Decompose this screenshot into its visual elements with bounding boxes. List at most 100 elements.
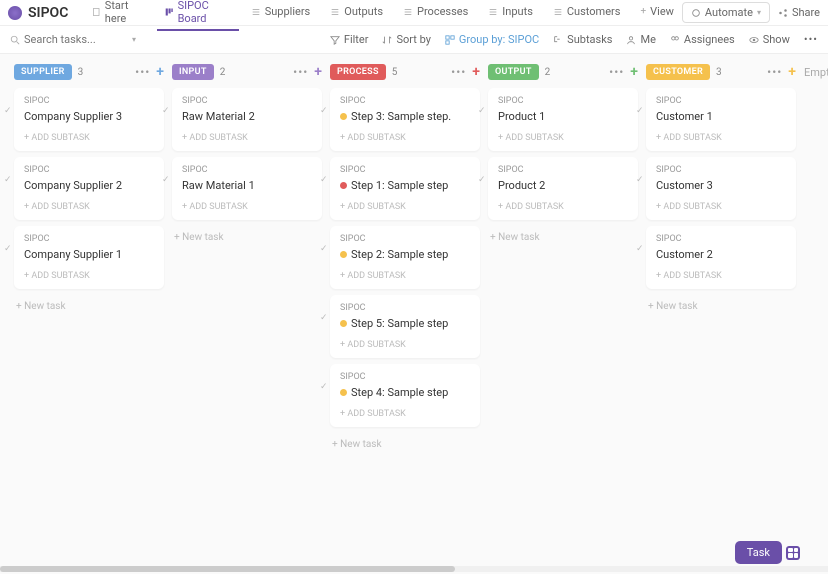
column-label[interactable]: INPUT [172,64,214,80]
check-icon[interactable]: ✓ [320,106,330,116]
column-add-button[interactable]: + [156,64,164,80]
new-task-button[interactable]: + New task [172,226,322,249]
status-dot-icon [340,182,347,189]
card-title: Customer 2 [656,248,786,261]
column-add-button[interactable]: + [472,64,480,80]
check-icon[interactable]: ✓ [320,313,330,323]
tab-start-here[interactable]: Start here [84,0,153,31]
column-label[interactable]: SUPPLIER [14,64,72,80]
task-card[interactable]: ✓SIPOCStep 3: Sample step.+ ADD SUBTASK [330,88,480,151]
card-tag: SIPOC [24,165,154,175]
new-task-button[interactable]: + New task [14,295,164,318]
add-subtask-button[interactable]: + ADD SUBTASK [24,133,154,143]
add-subtask-button[interactable]: + ADD SUBTASK [24,271,154,281]
task-card[interactable]: ✓SIPOCRaw Material 2+ ADD SUBTASK [172,88,322,151]
scrollbar-thumb[interactable] [0,566,455,572]
check-icon[interactable]: ✓ [636,175,646,185]
add-subtask-button[interactable]: + ADD SUBTASK [340,133,470,143]
task-button[interactable]: Task [735,541,782,564]
task-card[interactable]: ✓SIPOCProduct 2+ ADD SUBTASK [488,157,638,220]
task-card[interactable]: ✓SIPOCProduct 1+ ADD SUBTASK [488,88,638,151]
column-menu-button[interactable]: ••• [135,65,150,79]
task-card[interactable]: ✓SIPOCCustomer 3+ ADD SUBTASK [646,157,796,220]
tab-inputs[interactable]: Inputs [480,0,541,31]
task-card[interactable]: ✓SIPOCStep 1: Sample step+ ADD SUBTASK [330,157,480,220]
card-title: Step 4: Sample step [340,386,470,399]
card-title: Raw Material 1 [182,179,312,192]
tab-suppliers[interactable]: Suppliers [243,0,319,31]
add-subtask-button[interactable]: + ADD SUBTASK [340,271,470,281]
add-subtask-button[interactable]: + ADD SUBTASK [340,340,470,350]
task-card[interactable]: ✓SIPOCCompany Supplier 1+ ADD SUBTASK [14,226,164,289]
sort-button[interactable]: Sort by [382,33,430,46]
add-subtask-button[interactable]: + ADD SUBTASK [656,133,786,143]
task-card[interactable]: ✓SIPOCRaw Material 1+ ADD SUBTASK [172,157,322,220]
add-subtask-button[interactable]: + ADD SUBTASK [498,133,628,143]
new-task-button[interactable]: + New task [330,433,480,456]
tab-view[interactable]: + View [632,0,681,31]
add-subtask-button[interactable]: + ADD SUBTASK [182,202,312,212]
check-icon[interactable]: ✓ [4,106,14,116]
column-menu-button[interactable]: ••• [293,65,308,79]
more-button[interactable]: ••• [804,33,818,46]
column-add-button[interactable]: + [630,64,638,80]
card-title: Raw Material 2 [182,110,312,123]
column-label[interactable]: CUSTOMER [646,64,710,80]
column-count: 5 [392,67,398,78]
search-input[interactable] [24,33,124,46]
add-subtask-button[interactable]: + ADD SUBTASK [340,202,470,212]
show-button[interactable]: Show [749,33,790,46]
add-subtask-button[interactable]: + ADD SUBTASK [656,271,786,281]
me-button[interactable]: Me [626,33,655,46]
column-add-button[interactable]: + [788,64,796,80]
check-icon[interactable]: ✓ [162,175,172,185]
check-icon[interactable]: ✓ [4,175,14,185]
horizontal-scrollbar[interactable] [0,566,828,572]
check-icon[interactable]: ✓ [478,106,488,116]
check-icon[interactable]: ✓ [320,175,330,185]
task-card[interactable]: ✓SIPOCStep 5: Sample step+ ADD SUBTASK [330,295,480,358]
tab-processes[interactable]: Processes [395,0,476,31]
add-subtask-button[interactable]: + ADD SUBTASK [656,202,786,212]
group-button[interactable]: Group by: SIPOC [445,33,539,46]
tab-sipoc-board[interactable]: SIPOC Board [157,0,239,31]
column-label[interactable]: OUTPUT [488,64,539,80]
card-title-text: Raw Material 2 [182,110,255,123]
column-label[interactable]: PROCESS [330,64,386,80]
add-subtask-button[interactable]: + ADD SUBTASK [340,409,470,419]
task-card[interactable]: ✓SIPOCCustomer 2+ ADD SUBTASK [646,226,796,289]
check-icon[interactable]: ✓ [320,382,330,392]
new-task-button[interactable]: + New task [646,295,796,318]
new-task-button[interactable]: + New task [488,226,638,249]
check-icon[interactable]: ✓ [636,106,646,116]
tab-customers[interactable]: Customers [545,0,629,31]
column-add-button[interactable]: + [314,64,322,80]
task-card[interactable]: ✓SIPOCStep 4: Sample step+ ADD SUBTASK [330,364,480,427]
group-icon [445,35,455,45]
task-grid-button[interactable] [786,546,800,560]
column-menu-button[interactable]: ••• [451,65,466,79]
add-subtask-button[interactable]: + ADD SUBTASK [498,202,628,212]
task-card[interactable]: ✓SIPOCCompany Supplier 3+ ADD SUBTASK [14,88,164,151]
empty-column[interactable]: Empty [804,64,828,554]
subtasks-button[interactable]: Subtasks [553,33,612,46]
check-icon[interactable]: ✓ [4,244,14,254]
filter-button[interactable]: Filter [330,33,369,46]
add-subtask-button[interactable]: + ADD SUBTASK [182,133,312,143]
check-icon[interactable]: ✓ [636,244,646,254]
add-subtask-button[interactable]: + ADD SUBTASK [24,202,154,212]
column-menu-button[interactable]: ••• [767,65,782,79]
task-card[interactable]: ✓SIPOCCompany Supplier 2+ ADD SUBTASK [14,157,164,220]
chevron-down-icon[interactable]: ▾ [132,35,136,44]
assignees-button[interactable]: Assignees [670,33,735,46]
check-icon[interactable]: ✓ [320,244,330,254]
task-card[interactable]: ✓SIPOCCustomer 1+ ADD SUBTASK [646,88,796,151]
share-button[interactable]: Share [778,6,820,19]
task-card[interactable]: ✓SIPOCStep 2: Sample step+ ADD SUBTASK [330,226,480,289]
column-menu-button[interactable]: ••• [609,65,624,79]
check-icon[interactable]: ✓ [162,106,172,116]
tab-outputs[interactable]: Outputs [322,0,391,31]
automate-button[interactable]: Automate ▾ [682,2,770,23]
chevron-down-icon: ▾ [757,8,761,17]
check-icon[interactable]: ✓ [478,175,488,185]
